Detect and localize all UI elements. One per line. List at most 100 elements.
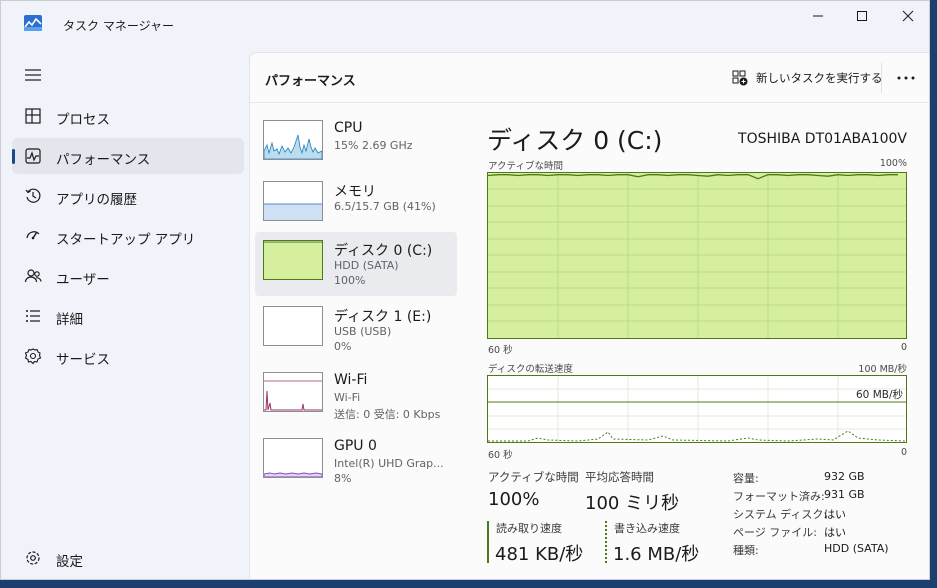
device-detail: 6.5/15.7 GB (41%) [334, 200, 436, 213]
task-manager-window: タスク マネージャー プロセス パフォーマンス アプリの履歴 スタートアップ ア… [0, 0, 930, 580]
sidebar-item-details[interactable]: 詳細 [12, 298, 244, 334]
device-usage: 送信: 0 受信: 0 Kbps [334, 408, 441, 421]
sidebar-item-processes[interactable]: プロセス [12, 98, 244, 134]
active-graph-x-left: 60 秒 [488, 345, 513, 356]
startup-icon [26, 231, 40, 240]
sidebar-item-users[interactable]: ユーザー [12, 258, 244, 294]
memory-thumbnail-graph [263, 181, 323, 221]
active-graph-x-right: 0 [901, 342, 908, 353]
maximize-icon [857, 11, 867, 21]
transfer-graph-x-left: 60 秒 [488, 450, 513, 461]
device-detail: Wi-Fi [334, 391, 361, 404]
prop-formatted-label: フォーマット済み: [733, 490, 825, 503]
gpu-thumbnail-graph [263, 438, 323, 478]
device-name: ディスク 0 (C:) [334, 243, 433, 259]
services-icon [24, 348, 42, 365]
prop-formatted-value: 931 GB [824, 488, 865, 501]
more-options-button[interactable] [894, 66, 918, 90]
read-speed-series-line [488, 430, 907, 442]
cpu-thumbnail-graph [263, 120, 323, 160]
device-item-wifi[interactable]: Wi-Fi Wi-Fi 送信: 0 受信: 0 Kbps [255, 364, 457, 428]
active-time-value: 100% [488, 489, 540, 510]
avg-response-value: 100 ミリ秒 [585, 493, 680, 514]
transfer-graph-label: ディスクの転送速度 [488, 364, 573, 375]
sidebar-item-performance[interactable]: パフォーマンス [12, 138, 244, 174]
device-usage: 0% [334, 340, 352, 353]
transfer-graph-x-right: 0 [901, 447, 908, 458]
sidebar-item-services[interactable]: サービス [12, 338, 244, 374]
hamburger-menu-icon[interactable] [25, 68, 41, 82]
sidebar-item-label: パフォーマンス [56, 152, 151, 168]
sidebar-item-label: サービス [56, 352, 110, 368]
active-time-graph-max: 100% [879, 158, 907, 169]
page-title: パフォーマンス [265, 74, 356, 89]
sidebar-item-startup-apps[interactable]: スタートアップ アプリ [12, 218, 244, 254]
prop-page-file-value: はい [824, 526, 846, 539]
active-indicator [12, 149, 15, 164]
sidebar-item-label: スタートアップ アプリ [56, 232, 196, 248]
minimize-icon [813, 15, 823, 17]
close-icon [902, 10, 914, 22]
sidebar-item-label: プロセス [56, 112, 110, 128]
device-item-cpu[interactable]: CPU 15% 2.69 GHz [255, 112, 457, 176]
sidebar-item-label: アプリの履歴 [56, 192, 137, 208]
disk0-thumbnail-graph [263, 240, 323, 280]
sidebar-item-settings[interactable]: 設定 [12, 540, 244, 576]
sidebar-item-app-history[interactable]: アプリの履歴 [12, 178, 244, 214]
transfer-rate-graph-canvas [488, 376, 907, 442]
window-title: タスク マネージャー [63, 19, 174, 33]
read-speed-value: 481 KB/秒 [495, 544, 584, 565]
wifi-thumbnail-graph [263, 372, 323, 412]
write-speed-value: 1.6 MB/秒 [613, 544, 700, 565]
details-icon [26, 310, 40, 322]
device-name: Wi-Fi [334, 372, 368, 388]
device-name: ディスク 1 (E:) [334, 309, 432, 325]
prop-capacity-label: 容量: [733, 472, 759, 485]
active-time-label: アクティブな時間 [488, 470, 579, 484]
maximize-button[interactable] [842, 1, 882, 31]
prop-type-label: 種類: [733, 544, 759, 557]
header-separator [881, 63, 882, 93]
disk1-thumbnail-graph [263, 306, 323, 346]
avg-response-label: 平均応答時間 [585, 470, 654, 484]
device-detail: USB (USB) [334, 325, 392, 338]
performance-panel: パフォーマンス 新しいタスクを実行する CPU 15% 2.69 GHz メモリ… [249, 52, 929, 579]
run-task-label: 新しいタスクを実行する [756, 71, 883, 85]
prop-system-disk-value: はい [824, 508, 846, 521]
device-item-gpu-0[interactable]: GPU 0 Intel(R) UHD Grap... 8% [255, 430, 457, 494]
run-task-icon [732, 70, 748, 86]
more-icon [897, 76, 915, 80]
device-detail: Intel(R) UHD Grap... [334, 457, 444, 470]
transfer-graph-max: 100 MB/秒 [858, 364, 907, 375]
device-item-memory[interactable]: メモリ 6.5/15.7 GB (41%) [255, 173, 457, 237]
transfer-rate-graph [487, 375, 907, 443]
device-usage: 100% [334, 274, 366, 287]
prop-type-value: HDD (SATA) [824, 542, 889, 555]
active-time-graph-label: アクティブな時間 [488, 161, 563, 172]
prop-capacity-value: 932 GB [824, 470, 865, 483]
users-icon [24, 269, 42, 283]
sidebar-item-label: 設定 [56, 554, 83, 570]
run-new-task-button[interactable]: 新しいタスクを実行する [732, 65, 883, 91]
prop-page-file-label: ページ ファイル: [733, 526, 817, 539]
write-speed-label: 書き込み速度 [614, 522, 680, 535]
disk-title: ディスク 0 (C:) [487, 126, 663, 155]
processes-icon [25, 108, 41, 124]
minimize-button[interactable] [798, 1, 838, 31]
device-item-disk-0[interactable]: ディスク 0 (C:) HDD (SATA) 100% [255, 232, 457, 296]
read-speed-indicator [487, 521, 489, 563]
write-speed-indicator [605, 521, 607, 563]
header-divider [250, 102, 929, 103]
close-button[interactable] [888, 1, 928, 31]
transfer-graph-marker: 60 MB/秒 [856, 389, 903, 401]
title-bar: タスク マネージャー [1, 1, 929, 51]
device-item-disk-1[interactable]: ディスク 1 (E:) USB (USB) 0% [255, 298, 457, 362]
prop-system-disk-label: システム ディスク: [733, 508, 828, 521]
device-usage: 8% [334, 472, 352, 485]
sidebar-item-label: ユーザー [56, 272, 110, 288]
device-detail: HDD (SATA) [334, 259, 399, 272]
device-detail: 15% 2.69 GHz [334, 139, 413, 152]
settings-icon [26, 551, 40, 565]
sidebar-item-label: 詳細 [56, 312, 83, 328]
read-speed-label: 読み取り速度 [496, 522, 562, 535]
